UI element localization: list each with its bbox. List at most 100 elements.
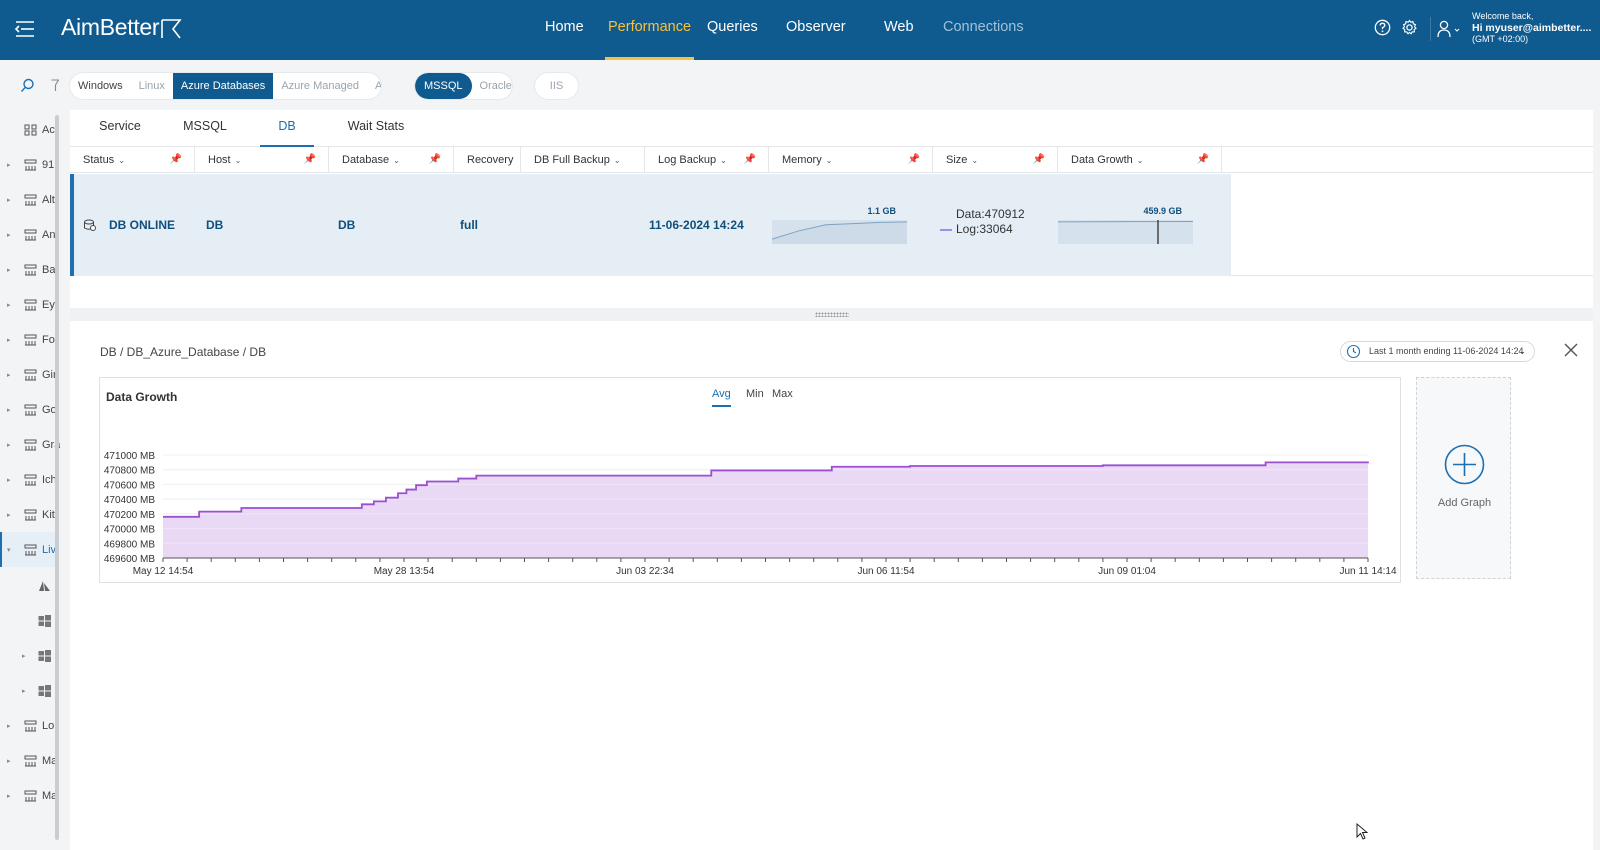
pin-icon[interactable]: 📌: [744, 147, 756, 173]
expand-caret-icon[interactable]: ▸: [7, 476, 11, 484]
add-graph-card[interactable]: Add Graph: [1416, 377, 1511, 579]
collapse-menu-icon[interactable]: [14, 18, 36, 40]
tab-db[interactable]: DB: [260, 110, 314, 147]
engine-oracle[interactable]: Oracle: [472, 73, 512, 99]
welcome-block[interactable]: Welcome back, Hi myuser@aimbetter.... (G…: [1472, 11, 1591, 46]
y-tick-label: 469600 MB: [104, 554, 155, 565]
sidebar-item[interactable]: ▾ Liv: [0, 532, 58, 567]
nav-web[interactable]: Web: [884, 0, 914, 60]
platform-azure-managed[interactable]: Azure Managed: [273, 73, 367, 99]
sidebar-item[interactable]: ▸: [0, 638, 58, 673]
sidebar-item[interactable]: ▸ Lor: [0, 708, 58, 743]
nav-home[interactable]: Home: [545, 0, 584, 60]
expand-caret-icon[interactable]: ▸: [7, 792, 11, 800]
sidebar-item[interactable]: Ac: [0, 112, 58, 147]
nav-performance[interactable]: Performance: [604, 0, 695, 60]
time-range-selector[interactable]: Last 1 month ending 11-06-2024 14:24 ⌄: [1340, 341, 1535, 362]
pin-icon[interactable]: 📌: [1197, 147, 1209, 173]
sidebar-item[interactable]: [0, 603, 58, 638]
pin-icon[interactable]: 📌: [304, 147, 316, 173]
timezone-label: (GMT +02:00): [1472, 34, 1529, 44]
expand-caret-icon[interactable]: ▸: [7, 406, 11, 414]
sidebar-item[interactable]: [0, 568, 58, 603]
settings-gear-icon[interactable]: [1401, 19, 1418, 36]
sidebar-item[interactable]: ▸ 91: [0, 147, 58, 182]
column-status[interactable]: Status ⌄ 📌: [70, 147, 195, 173]
tab-service[interactable]: Service: [90, 110, 150, 147]
pin-icon[interactable]: 📌: [1033, 147, 1045, 173]
sidebar-item[interactable]: ▸ Kit: [0, 497, 58, 532]
sidebar-item[interactable]: ▸ Go: [0, 392, 58, 427]
platform-windows[interactable]: Windows: [70, 73, 131, 99]
sidebar-item[interactable]: ▸: [0, 673, 58, 708]
platform-aws[interactable]: AWS: [367, 73, 381, 99]
sidebar-item[interactable]: ▸ Fo:: [0, 322, 58, 357]
app-logo[interactable]: AimBetter: [61, 14, 160, 41]
user-account-icon[interactable]: [1437, 20, 1463, 38]
sidebar-item[interactable]: ▸ Gir: [0, 357, 58, 392]
expand-caret-icon[interactable]: ▸: [7, 371, 11, 379]
search-icon[interactable]: [20, 78, 35, 93]
sidebar-item[interactable]: ▸ Alt: [0, 182, 58, 217]
column-log-backup-label: Log Backup: [658, 154, 717, 166]
sidebar-item[interactable]: ▸ Eyi: [0, 287, 58, 322]
expand-caret-icon[interactable]: ▸: [7, 757, 11, 765]
sidebar-item[interactable]: ▸ Ma: [0, 778, 58, 813]
sidebar-item[interactable]: ▸ Ba: [0, 252, 58, 287]
column-memory[interactable]: Memory ⌄ 📌: [769, 147, 933, 173]
engine-mssql[interactable]: MSSQL: [415, 73, 472, 99]
nav-connections[interactable]: Connections: [943, 0, 1024, 60]
nav-queries[interactable]: Queries: [707, 0, 758, 60]
server-icon: [24, 755, 37, 766]
data-growth-chart[interactable]: 471000 MB 470800 MB 470600 MB 470400 MB 4702…: [100, 378, 1400, 582]
sidebar-item[interactable]: ▸ Ma: [0, 743, 58, 778]
sidebar-item[interactable]: ▸ Gra: [0, 427, 60, 462]
expand-caret-icon[interactable]: ▸: [22, 652, 26, 660]
pin-icon[interactable]: 📌: [908, 147, 920, 173]
column-db-full-backup[interactable]: DB Full Backup ⌄: [521, 147, 645, 173]
expand-caret-icon[interactable]: ▸: [7, 511, 11, 519]
panel-resize-handle[interactable]: [70, 308, 1593, 321]
filter-iis[interactable]: IIS: [542, 73, 571, 99]
expand-caret-icon[interactable]: ▸: [7, 196, 11, 204]
platform-toggle-group: Windows Linux Azure Databases Azure Mana…: [70, 73, 381, 99]
column-recovery[interactable]: Recovery: [454, 147, 521, 173]
expand-caret-icon[interactable]: ▸: [7, 722, 11, 730]
expand-caret-icon[interactable]: ▸: [7, 336, 11, 344]
table-row[interactable]: DB ONLINE DB DB full 11-06-2024 14:24 1.…: [70, 174, 1231, 276]
clock-icon: [1346, 344, 1361, 359]
column-data-growth[interactable]: Data Growth ⌄ 📌: [1058, 147, 1222, 173]
close-icon[interactable]: [1562, 341, 1580, 359]
pin-icon[interactable]: 📌: [429, 147, 441, 173]
expand-caret-icon[interactable]: ▸: [7, 301, 11, 309]
column-database[interactable]: Database ⌄ 📌: [329, 147, 454, 173]
tab-wait-stats[interactable]: Wait Stats: [340, 110, 412, 147]
database-value[interactable]: DB: [338, 174, 355, 276]
pin-icon[interactable]: 📌: [170, 147, 182, 173]
nav-observer[interactable]: Observer: [786, 0, 846, 60]
expand-caret-icon[interactable]: ▸: [7, 441, 11, 449]
sidebar-item[interactable]: ▸ Ich: [0, 462, 58, 497]
expand-caret-icon[interactable]: ▾: [7, 546, 11, 554]
sidebar-item[interactable]: ▸ An: [0, 217, 58, 252]
sidebar-scrollbar[interactable]: [55, 115, 59, 840]
platform-linux[interactable]: Linux: [131, 73, 173, 99]
memory-sparkline[interactable]: 1.1 GB: [772, 204, 912, 244]
expand-caret-icon[interactable]: ▸: [7, 161, 11, 169]
expand-caret-icon[interactable]: ▸: [7, 266, 11, 274]
column-log-backup[interactable]: Log Backup ⌄ 📌: [645, 147, 769, 173]
expand-caret-icon[interactable]: ▸: [22, 687, 26, 695]
host-value[interactable]: DB: [206, 174, 223, 276]
engine-toggle-group: MSSQL Oracle: [415, 73, 512, 99]
data-growth-sparkline[interactable]: 459.9 GB: [1058, 204, 1198, 244]
sidebar-item-label: Ac: [42, 123, 55, 136]
filter-icon[interactable]: [51, 79, 59, 92]
column-size[interactable]: Size ⌄ 📌: [933, 147, 1058, 173]
expand-caret-icon[interactable]: ▸: [7, 231, 11, 239]
column-recovery-label: Recovery: [467, 154, 514, 166]
column-host[interactable]: Host ⌄ 📌: [195, 147, 329, 173]
y-tick-label: 471000 MB: [104, 451, 155, 462]
help-icon[interactable]: [1374, 19, 1391, 36]
tab-mssql[interactable]: MSSQL: [178, 110, 232, 147]
platform-azure-databases[interactable]: Azure Databases: [172, 73, 274, 99]
